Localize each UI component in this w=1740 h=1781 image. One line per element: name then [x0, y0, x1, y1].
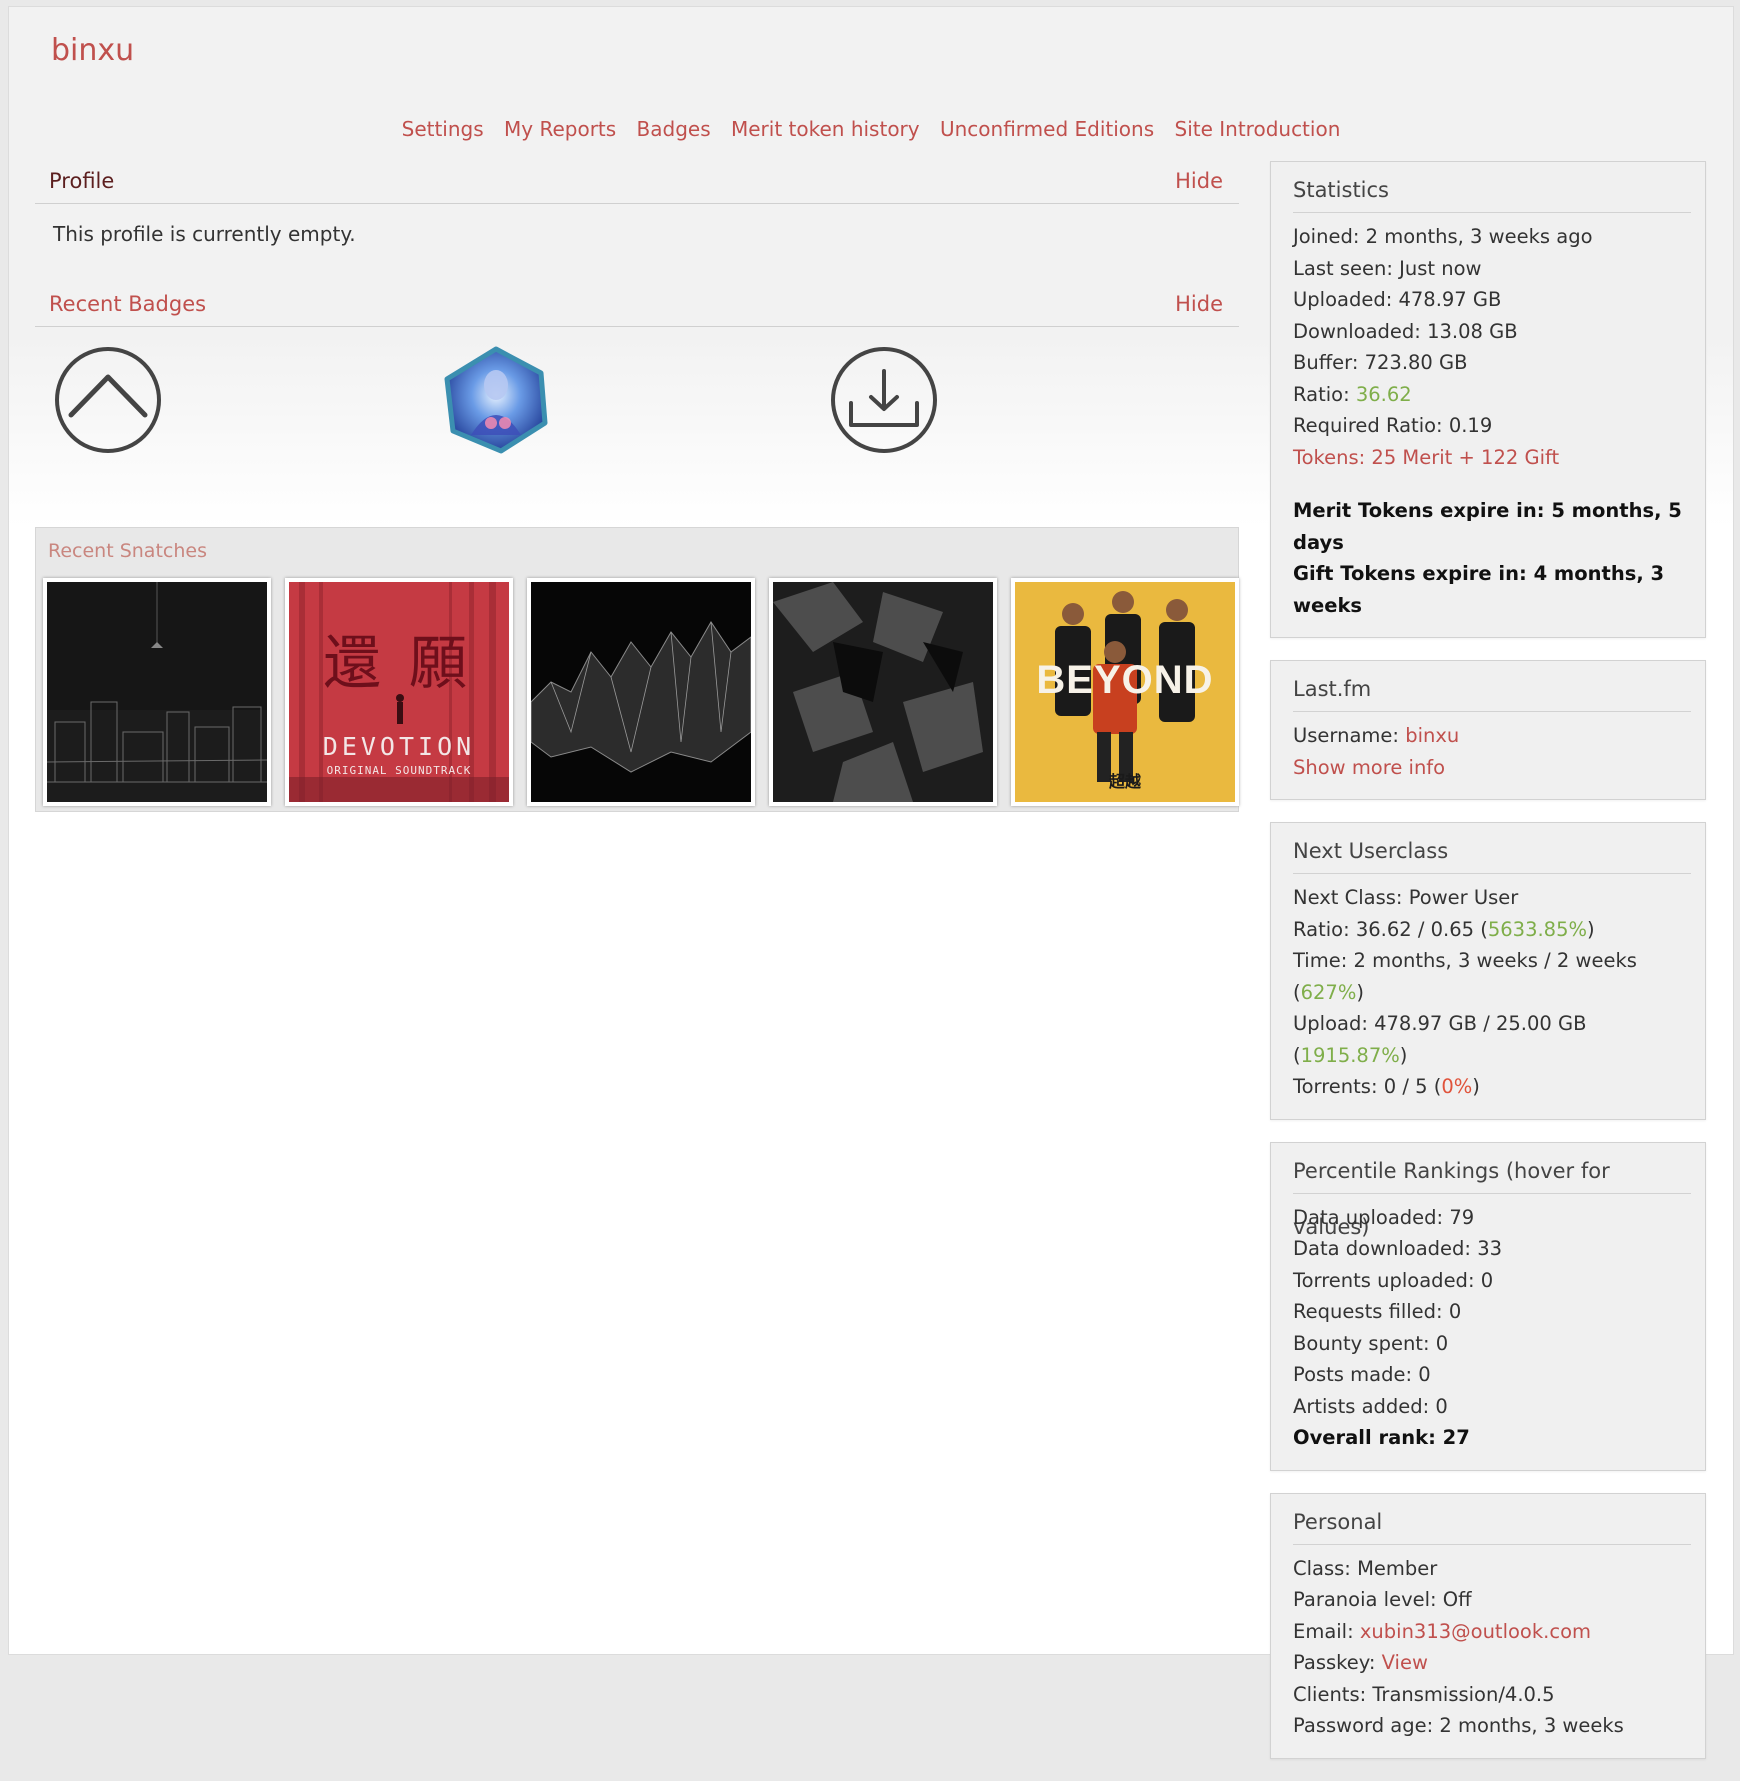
statistics-box: Statistics Joined: 2 months, 3 weeks ago…	[1270, 161, 1706, 638]
snatch-cover[interactable]: BEYOND 超越	[1011, 578, 1239, 806]
recent-snatches-panel: Recent Snatches 還願 DEVOTION ORIGINAL SOU…	[35, 527, 1239, 812]
stat-buffer: Buffer: 723.80 GB	[1293, 351, 1468, 374]
recent-badges-list	[35, 327, 1239, 495]
stat-spacer	[1293, 473, 1691, 495]
stat-ratio-label: Ratio:	[1293, 382, 1356, 406]
stat-downloaded: Downloaded: 13.08 GB	[1293, 319, 1518, 343]
rank-artists-added: Artists added: 0	[1293, 1394, 1448, 1418]
rank-overall: Overall rank: 27	[1293, 1426, 1470, 1449]
badge-item[interactable]	[441, 345, 829, 495]
profile-title: Profile	[49, 169, 115, 193]
devotion-title-text: DEVOTION	[322, 732, 476, 761]
recent-badges-header: Recent Badges Hide	[35, 282, 1239, 327]
next-upload: Upload: 478.97 GB / 25.00 GB (1915.87%)	[1293, 1012, 1587, 1067]
upload-arrow-badge-icon	[55, 347, 161, 453]
devotion-chinese-title: 還願	[322, 629, 495, 697]
personal-clients: Clients: Transmission/4.0.5	[1293, 1682, 1555, 1706]
user-nav-links: Settings My Reports Badges Merit token h…	[9, 117, 1733, 141]
devotion-subtitle-text: ORIGINAL SOUNDTRACK	[326, 764, 472, 777]
recent-badges-hide-link[interactable]: Hide	[1175, 292, 1223, 316]
lastfm-show-more-link[interactable]: Show more info	[1293, 756, 1445, 779]
rank-data-downloaded: Data downloaded: 33	[1293, 1237, 1503, 1260]
stat-gift-expire: Gift Tokens expire in: 4 months, 3 weeks	[1293, 562, 1665, 617]
stat-merit-expire: Merit Tokens expire in: 5 months, 5 days	[1293, 499, 1682, 554]
stat-ratio: Ratio: 36.62	[1293, 379, 1691, 411]
beyond-album-art: BEYOND 超越	[1015, 582, 1235, 802]
personal-box: Personal Class: Member Paranoia level: O…	[1270, 1492, 1706, 1759]
dark-city-album-art	[47, 582, 267, 802]
badge-item[interactable]	[53, 345, 441, 495]
lastfm-username-link[interactable]: binxu	[1405, 724, 1459, 747]
next-userclass-box: Next Userclass Next Class: Power User Ra…	[1270, 822, 1706, 1120]
stat-last-seen: Last seen: Just now	[1293, 256, 1482, 280]
lastfm-username: Username: binxu	[1293, 724, 1460, 747]
stat-uploaded: Uploaded: 478.97 GB	[1293, 288, 1502, 311]
stat-joined: Joined: 2 months, 3 weeks ago	[1293, 225, 1593, 248]
stat-ratio-value: 36.62	[1355, 382, 1412, 406]
nav-my-reports-link[interactable]: My Reports	[504, 117, 616, 141]
next-torrents: Torrents: 0 / 5 (0%)	[1293, 1075, 1480, 1098]
lastfm-box: Last.fm Username: binxu Show more info	[1270, 660, 1706, 800]
personal-password-age: Password age: 2 months, 3 weeks	[1293, 1714, 1624, 1737]
main-column: Profile Hide This profile is currently e…	[35, 159, 1239, 812]
nav-settings-link[interactable]: Settings	[402, 117, 484, 141]
rank-requests-filled: Requests filled: 0	[1293, 1300, 1462, 1323]
percentile-rankings-title: Percentile Rankings (hover for values)	[1293, 1143, 1691, 1239]
nav-site-introduction-link[interactable]: Site Introduction	[1175, 117, 1341, 141]
fantasy-hexagon-badge-icon	[444, 346, 548, 454]
profile-hide-link[interactable]: Hide	[1175, 169, 1223, 193]
snatch-cover[interactable]	[43, 578, 271, 806]
next-ratio: Ratio: 36.62 / 0.65 (5633.85%)	[1293, 917, 1595, 941]
profile-header: Profile Hide	[35, 159, 1239, 204]
rank-data-uploaded: Data uploaded: 79	[1293, 1205, 1475, 1229]
next-time: Time: 2 months, 3 weeks / 2 weeks (627%)	[1293, 949, 1637, 1004]
recent-snatches-covers: 還願 DEVOTION ORIGINAL SOUNDTRACK BEYOND 超…	[36, 578, 1239, 806]
snatch-cover[interactable]: 還願 DEVOTION ORIGINAL SOUNDTRACK	[285, 578, 513, 806]
stat-tokens[interactable]: Tokens: 25 Merit + 122 Gift	[1293, 442, 1691, 474]
personal-paranoia: Paranoia level: Off	[1293, 1588, 1472, 1611]
personal-passkey-view-link[interactable]: View	[1382, 1651, 1428, 1674]
sidebar: Statistics Joined: 2 months, 3 weeks ago…	[1270, 161, 1706, 1781]
next-class: Next Class: Power User	[1293, 886, 1519, 909]
devotion-album-art: 還願 DEVOTION ORIGINAL SOUNDTRACK	[289, 582, 509, 802]
user-profile-page: binxu Settings My Reports Badges Merit t…	[8, 6, 1734, 1759]
download-arrow-badge-icon	[831, 347, 937, 453]
statistics-title: Statistics	[1293, 162, 1691, 213]
beyond-subtitle-text: 超越	[1108, 772, 1141, 791]
username-title: binxu	[51, 33, 135, 68]
personal-email-link[interactable]: xubin313@outlook.com	[1360, 1620, 1591, 1643]
nav-merit-token-history-link[interactable]: Merit token history	[731, 117, 920, 141]
percentile-rankings-box: Percentile Rankings (hover for values) D…	[1270, 1141, 1706, 1471]
crystal-landscape-album-art	[531, 582, 751, 802]
nav-badges-link[interactable]: Badges	[637, 117, 711, 141]
personal-email: Email: xubin313@outlook.com	[1293, 1619, 1591, 1643]
snatch-cover[interactable]	[769, 578, 997, 806]
lastfm-show-more[interactable]: Show more info	[1293, 752, 1691, 784]
rank-posts-made: Posts made: 0	[1293, 1363, 1431, 1386]
stat-tokens-link[interactable]: Tokens: 25 Merit + 122 Gift	[1293, 446, 1559, 469]
next-userclass-title: Next Userclass	[1293, 823, 1691, 874]
lastfm-title: Last.fm	[1293, 661, 1691, 712]
rank-torrents-uploaded: Torrents uploaded: 0	[1293, 1268, 1494, 1292]
badge-item[interactable]	[829, 345, 1217, 495]
personal-title: Personal	[1293, 1494, 1691, 1545]
abstract-gray-album-art	[773, 582, 993, 802]
recent-snatches-title: Recent Snatches	[48, 540, 207, 562]
snatch-cover[interactable]	[527, 578, 755, 806]
rank-bounty-spent: Bounty spent: 0	[1293, 1331, 1449, 1355]
personal-passkey: Passkey: View	[1293, 1651, 1428, 1674]
stat-required-ratio: Required Ratio: 0.19	[1293, 414, 1493, 437]
profile-body: This profile is currently empty.	[53, 222, 356, 246]
beyond-title-text: BEYOND	[1036, 658, 1214, 702]
nav-unconfirmed-editions-link[interactable]: Unconfirmed Editions	[940, 117, 1154, 141]
recent-badges-title: Recent Badges	[49, 292, 207, 316]
personal-class: Class: Member	[1293, 1556, 1438, 1580]
